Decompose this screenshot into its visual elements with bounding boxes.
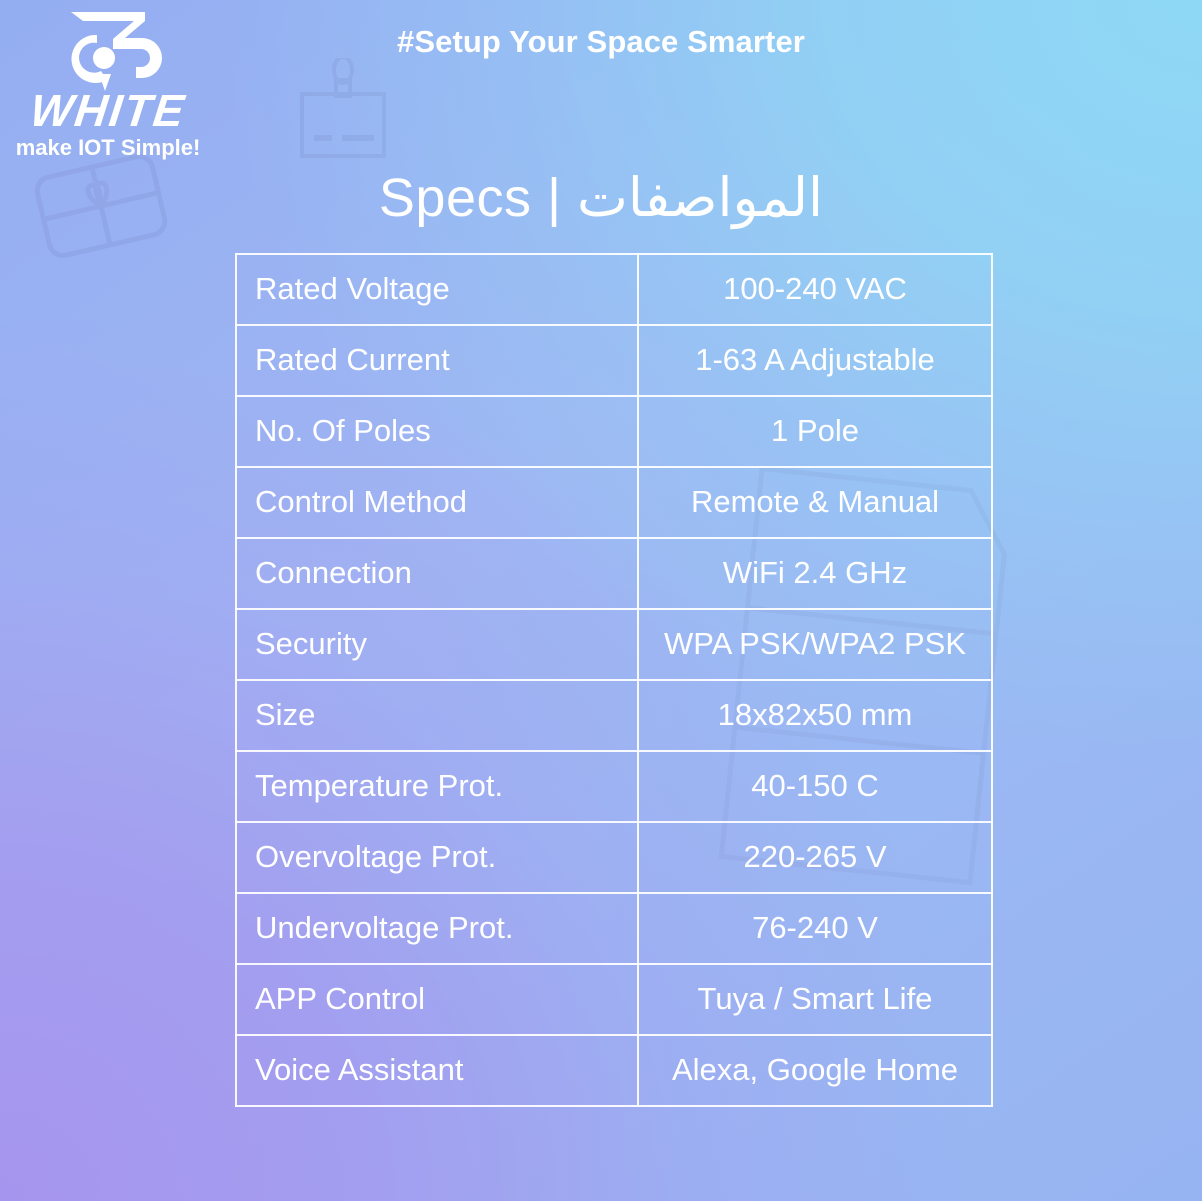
spec-value: 40-150 C [637, 750, 993, 823]
table-row: Rated Voltage 100-240 VAC [235, 253, 993, 326]
spec-value: 1-63 A Adjustable [637, 324, 993, 397]
table-row: Rated Current 1-63 A Adjustable [235, 324, 993, 397]
spec-key: Voice Assistant [235, 1034, 639, 1107]
spec-key: Temperature Prot. [235, 750, 639, 823]
spec-value: WPA PSK/WPA2 PSK [637, 608, 993, 681]
spec-key: Size [235, 679, 639, 752]
specs-poster: WHITE make IOT Simple! #Setup Your Space… [0, 0, 1202, 1201]
table-row: Overvoltage Prot. 220-265 V [235, 821, 993, 894]
specifications-table-body: Rated Voltage 100-240 VAC Rated Current 1-6… [235, 253, 993, 1107]
spec-value: Alexa, Google Home [637, 1034, 993, 1107]
spec-key: Overvoltage Prot. [235, 821, 639, 894]
page-title: Specs | المواصفات [378, 168, 824, 228]
spec-value: 220-265 V [637, 821, 993, 894]
table-row: Voice Assistant Alexa, Google Home [235, 1034, 993, 1107]
spec-key: Rated Current [235, 324, 639, 397]
specifications-table: Rated Voltage 100-240 VAC Rated Current 1-6… [235, 253, 993, 1107]
brand-tagline: make IOT Simple! [15, 134, 201, 160]
spec-value: 1 Pole [637, 395, 993, 468]
spec-key: Security [235, 608, 639, 681]
table-row: Control Method Remote & Manual [235, 466, 993, 539]
spec-value: 100-240 VAC [637, 253, 993, 326]
table-row: Connection WiFi 2.4 GHz [235, 537, 993, 610]
brand-wordmark: WHITE [27, 85, 189, 136]
spec-key: Control Method [235, 466, 639, 539]
table-row: Security WPA PSK/WPA2 PSK [235, 608, 993, 681]
spec-key: No. Of Poles [235, 395, 639, 468]
table-row: Temperature Prot. 40-150 C [235, 750, 993, 823]
spec-key: APP Control [235, 963, 639, 1036]
spec-value: WiFi 2.4 GHz [637, 537, 993, 610]
panel-device-watermark [288, 58, 398, 178]
table-row: No. Of Poles 1 Pole [235, 395, 993, 468]
spec-value: Tuya / Smart Life [637, 963, 993, 1036]
spec-value: Remote & Manual [637, 466, 993, 539]
spec-key: Undervoltage Prot. [235, 892, 639, 965]
spec-value: 76-240 V [637, 892, 993, 965]
headline-hashtag: #Setup Your Space Smarter [397, 24, 805, 59]
spec-key: Rated Voltage [235, 253, 639, 326]
spec-value: 18x82x50 mm [637, 679, 993, 752]
table-row: APP Control Tuya / Smart Life [235, 963, 993, 1036]
table-row: Size 18x82x50 mm [235, 679, 993, 752]
table-row: Undervoltage Prot. 76-240 V [235, 892, 993, 965]
spec-key: Connection [235, 537, 639, 610]
